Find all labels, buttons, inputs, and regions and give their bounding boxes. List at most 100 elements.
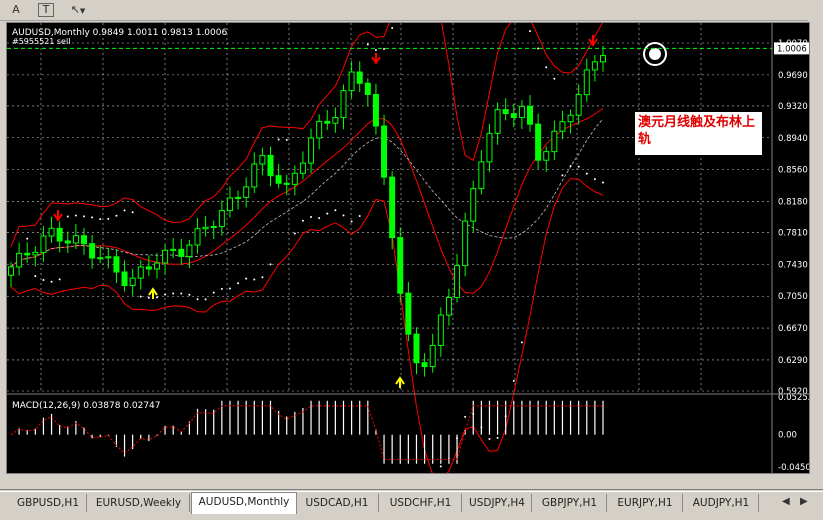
scroll-left-icon[interactable]: ◀ [782, 496, 790, 507]
candle-body [324, 120, 331, 124]
candle-body [24, 252, 31, 256]
sar-dot [26, 237, 29, 240]
candle-body [162, 249, 169, 264]
sar-dot [602, 181, 604, 184]
sar-dot [34, 275, 37, 278]
candle-body [502, 109, 509, 115]
candle-body [235, 196, 242, 199]
sar-dot [439, 465, 442, 468]
tab-gbpusd-h1[interactable]: GBPUSD,H1 [10, 494, 87, 512]
tab-eurusd-weekly[interactable]: EURUSD,Weekly [88, 494, 190, 512]
buy-arrow-icon [148, 287, 158, 299]
macd-tick-label: 0.00 [778, 431, 797, 441]
price-tick-label: 0.8560 [778, 166, 808, 176]
tab-usdjpy-h4[interactable]: USDJPY,H4 [463, 494, 532, 512]
sar-dot [99, 218, 102, 221]
candle-body [486, 132, 493, 163]
text-tool-button[interactable]: A [8, 2, 24, 17]
scroll-right-icon[interactable]: ▶ [800, 496, 808, 507]
sar-dot [212, 291, 215, 294]
candle-body [105, 256, 112, 259]
circle-marker [643, 42, 667, 66]
sar-dot [520, 341, 523, 344]
candle-body [113, 256, 120, 273]
candle-body [121, 271, 128, 287]
sar-dot [277, 138, 280, 141]
sar-dot [374, 48, 377, 51]
tab-usdchf-h1[interactable]: USDCHF,H1 [380, 494, 462, 512]
annotation-text: 澳元月线触及布林上轨 [635, 112, 762, 155]
sar-dot [488, 437, 491, 440]
sar-dot [366, 43, 369, 46]
sar-dot [545, 66, 548, 69]
sar-dot [220, 287, 223, 290]
candle-body [551, 130, 558, 153]
chart-window[interactable]: 1.00700.96900.93200.89400.85600.81800.78… [6, 0, 816, 486]
sar-dot [512, 379, 515, 382]
buy-arrow-icon [395, 376, 405, 388]
candle-body [478, 161, 485, 190]
candle-body [397, 237, 404, 294]
sar-dot [326, 212, 329, 215]
price-chart[interactable]: 1.00700.96900.93200.89400.85600.81800.78… [7, 0, 816, 486]
candle-body [8, 266, 14, 276]
candle-body [348, 71, 355, 92]
sar-dot [66, 215, 69, 218]
sar-dot [131, 211, 134, 214]
sar-dot [334, 209, 337, 212]
candle-body [283, 182, 290, 185]
candle-body [194, 228, 201, 246]
tab-audusd-monthly[interactable]: AUDUSD,Monthly [191, 492, 297, 514]
tab-gbpjpy-h1[interactable]: GBPJPY,H1 [533, 494, 607, 512]
sar-dot [285, 138, 288, 141]
text-label-tool-button[interactable]: T [38, 3, 54, 17]
candle-body [153, 262, 160, 270]
candle-body [510, 113, 517, 118]
candle-body [72, 235, 79, 244]
candle-body [381, 125, 388, 178]
sar-dot [172, 292, 175, 295]
candle-body [559, 121, 566, 132]
macd-tick-label: -0.04503 [778, 463, 809, 473]
candle-body [470, 188, 477, 222]
sar-dot [91, 216, 94, 219]
candle-body [267, 154, 274, 177]
sar-dot [115, 214, 118, 217]
sar-dot [569, 165, 572, 168]
candle-body [178, 248, 185, 257]
sar-dot [350, 220, 353, 223]
candle-body [600, 55, 606, 63]
candle-body [186, 244, 193, 257]
arrow-icon: ↖ [70, 3, 80, 16]
bollinger-upper [10, 0, 604, 247]
moving-average [10, 118, 604, 268]
candle-body [421, 362, 428, 368]
sell-arrow-icon [371, 53, 381, 65]
arrow-tool-button[interactable]: ↖▼ [66, 2, 90, 17]
sell-arrow-icon [53, 210, 63, 222]
candle-body [372, 93, 379, 127]
sar-dot [204, 298, 207, 301]
candle-body [567, 114, 574, 123]
candle-body [591, 61, 598, 71]
price-tick-label: 0.7050 [778, 292, 808, 302]
tab-usdcad-h1[interactable]: USDCAD,H1 [296, 494, 379, 512]
candle-body [527, 105, 534, 125]
sar-dot [123, 209, 126, 212]
drawing-toolbar: A T ↖▼ [0, 0, 823, 21]
sar-dot [228, 287, 231, 290]
sar-dot [391, 26, 394, 29]
sar-dot [293, 232, 296, 235]
bollinger-middle [10, 107, 604, 294]
candle-body [437, 314, 444, 346]
candle-body [332, 117, 339, 124]
candle-body [259, 154, 266, 165]
candle-body [583, 69, 590, 96]
candle-body [291, 172, 298, 185]
candle-body [275, 175, 282, 184]
tab-eurjpy-h1[interactable]: EURJPY,H1 [608, 494, 683, 512]
candle-body [218, 210, 225, 227]
candle-body [32, 251, 39, 256]
sar-dot [358, 215, 361, 218]
tab-audjpy-h1[interactable]: AUDJPY,H1 [684, 494, 759, 512]
